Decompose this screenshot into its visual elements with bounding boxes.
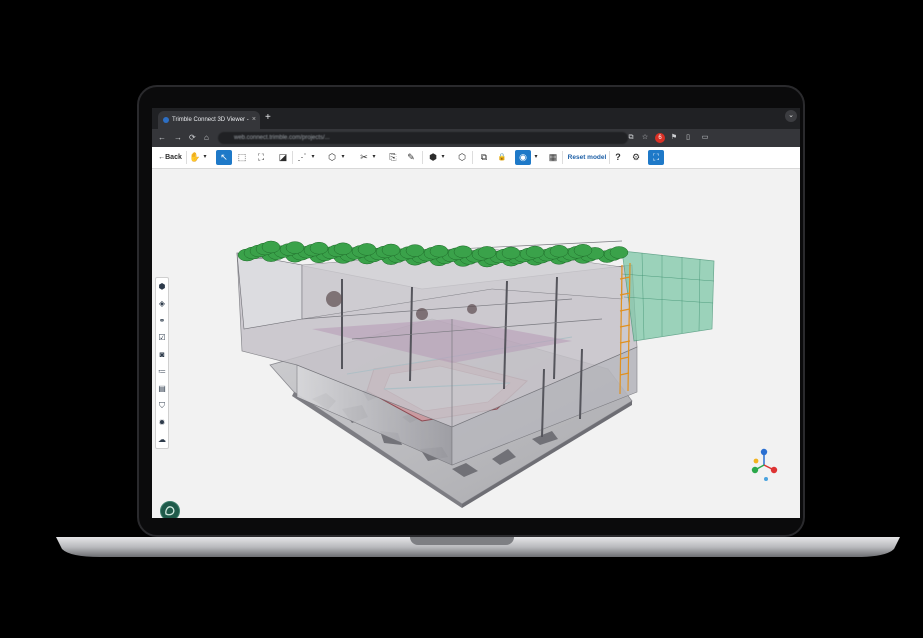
hierarchy-icon[interactable]: ≔ <box>156 365 168 379</box>
tab-title: Trimble Connect 3D Viewer - <box>172 117 249 123</box>
chevron-down-icon[interactable]: ▾ <box>310 150 316 165</box>
visibility-icon[interactable]: ◉ <box>515 150 531 165</box>
measure-icon[interactable]: ◪ <box>277 150 289 165</box>
cast-icon[interactable]: ▭ <box>700 133 710 143</box>
viewer-toolbar: ←Back ✋ ▾ ↖ ⬚ ⛶ ◪ ⋰ ▾ ⬡ ▾ ✂ ▾ ⎘ ✎ ⬢ ▾ ⬡ … <box>152 147 800 169</box>
tree-canopy <box>477 246 497 259</box>
fullscreen-icon[interactable]: ⛶ <box>648 150 664 165</box>
laptop-notch <box>410 537 514 545</box>
shape-tool-icon[interactable]: ⬡ <box>326 150 338 165</box>
trimble-logo-button[interactable] <box>160 501 180 518</box>
tree-canopy <box>609 246 629 259</box>
calculator-icon[interactable]: ▦ <box>547 150 559 165</box>
back-nav-icon[interactable]: ← <box>158 129 166 147</box>
chevron-down-icon[interactable]: ▾ <box>440 150 446 165</box>
bookmark-star-icon[interactable]: ☆ <box>640 133 650 143</box>
reset-model-button[interactable]: Reset model <box>566 150 608 165</box>
laptop-screen: Trimble Connect 3D Viewer - × + ⌄ ← → ⟳ … <box>152 108 800 518</box>
layers-stack-icon[interactable]: ◈ <box>156 297 168 311</box>
chevron-down-icon[interactable]: ▾ <box>533 150 539 165</box>
home-icon[interactable]: ⌂ <box>204 129 209 147</box>
toolbar-divider <box>562 151 563 164</box>
trimble-viewer-app: ←Back ✋ ▾ ↖ ⬚ ⛶ ◪ ⋰ ▾ ⬡ ▾ ✂ ▾ ⎘ ✎ ⬢ ▾ ⬡ … <box>152 147 800 518</box>
extension-badge-icon[interactable]: 6 <box>655 133 665 143</box>
model-tree-icon[interactable]: ⬢ <box>156 280 168 294</box>
left-sidebar: ⬢ ◈ ⚭ ☑ ◙ ≔ ▤ ⛉ ✹ ☁ <box>155 277 169 449</box>
trimble-favicon-icon <box>163 117 169 123</box>
cube-view-icon[interactable]: ⬢ <box>427 150 439 165</box>
toolbar-divider <box>472 151 473 164</box>
chevron-down-icon[interactable]: ▾ <box>340 150 346 165</box>
fit-frame-icon[interactable]: ⛶ <box>255 150 267 165</box>
tree-canopy <box>261 240 281 254</box>
extension-icon[interactable]: ⚑ <box>669 133 679 143</box>
tree-canopy <box>285 241 305 254</box>
tree-canopy <box>453 245 473 259</box>
new-tab-button[interactable]: + <box>265 111 271 125</box>
camera-icon[interactable]: ◙ <box>156 348 168 362</box>
install-app-icon[interactable]: ⧉ <box>626 133 636 143</box>
reload-icon[interactable]: ⟳ <box>189 129 196 147</box>
close-tab-icon[interactable]: × <box>252 111 256 129</box>
toolbar-divider <box>609 151 610 164</box>
point-tool-icon[interactable]: ⋰ <box>296 150 308 165</box>
layers-icon[interactable]: ⧉ <box>478 150 490 165</box>
ortho-view-icon[interactable]: ⬡ <box>456 150 468 165</box>
shield-icon[interactable]: ⛉ <box>156 399 168 413</box>
pan-tool-icon[interactable]: ✋ <box>189 150 201 165</box>
url-field[interactable]: web.connect.trimble.com/projects/... <box>218 132 628 144</box>
snapshot-icon[interactable]: ⎘ <box>387 150 399 165</box>
help-icon[interactable]: ? <box>612 150 624 165</box>
reading-list-icon[interactable]: ▯ <box>683 133 693 143</box>
tree-canopy <box>573 244 593 257</box>
tree-canopy <box>357 243 377 256</box>
checklist-icon[interactable]: ☑ <box>156 331 168 345</box>
tree-canopy <box>309 241 329 255</box>
table-icon[interactable]: ▤ <box>156 382 168 396</box>
glass-facade <box>621 250 715 342</box>
back-label: Back <box>165 154 182 161</box>
axis-gizmo <box>751 448 778 481</box>
tab-search-icon[interactable]: ⌄ <box>785 110 797 122</box>
toolbar-divider <box>292 151 293 164</box>
gear-bug-icon[interactable]: ✹ <box>156 416 168 430</box>
tree-canopy <box>381 243 401 257</box>
cloud-icon[interactable]: ☁ <box>156 433 168 447</box>
clip-tool-icon[interactable]: ✂ <box>358 150 370 165</box>
3d-viewport[interactable]: ⬢ ◈ ⚭ ☑ ◙ ≔ ▤ ⛉ ✹ ☁ <box>152 169 800 518</box>
tree-canopy <box>333 242 353 256</box>
toolbar-divider <box>186 151 187 164</box>
select-tool-icon[interactable]: ↖ <box>216 150 232 165</box>
browser-tab[interactable]: Trimble Connect 3D Viewer - × <box>158 111 260 129</box>
browser-tab-bar: Trimble Connect 3D Viewer - × + ⌄ <box>152 108 800 129</box>
link-icon[interactable]: ⚭ <box>156 314 168 328</box>
forward-nav-icon[interactable]: → <box>174 129 182 147</box>
chevron-down-icon[interactable]: ▾ <box>371 150 377 165</box>
west-upper-wall <box>236 252 303 330</box>
settings-icon[interactable]: ⚙ <box>630 150 642 165</box>
tree-canopy <box>429 244 449 258</box>
trimble-logo-icon <box>165 506 175 516</box>
tree-canopy <box>405 244 425 257</box>
tree-canopy <box>549 244 569 258</box>
back-button[interactable]: ←Back <box>157 150 183 165</box>
tree-canopy <box>501 246 521 260</box>
chevron-down-icon[interactable]: ▾ <box>202 150 208 165</box>
markup-icon[interactable]: ✎ <box>405 150 417 165</box>
building-model-render[interactable] <box>152 169 800 518</box>
box-select-icon[interactable]: ⬚ <box>236 150 248 165</box>
address-bar: ← → ⟳ ⌂ web.connect.trimble.com/projects… <box>152 129 800 147</box>
lock-icon[interactable]: 🔒 <box>496 150 508 165</box>
tree-canopy <box>525 245 545 259</box>
toolbar-divider <box>422 151 423 164</box>
